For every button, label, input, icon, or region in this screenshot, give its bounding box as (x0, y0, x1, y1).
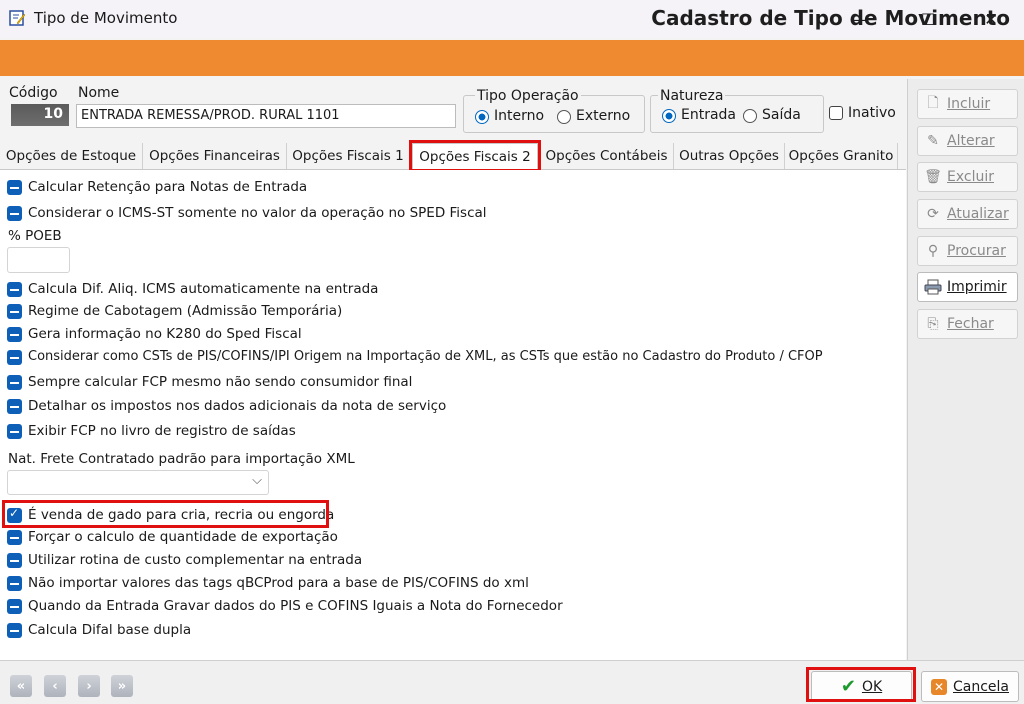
option-label: Gera informação no K280 do Sped Fiscal (28, 326, 302, 342)
app-icon (9, 10, 26, 26)
tab-opcoes-contabeis[interactable]: Opções Contábeis (540, 143, 674, 169)
trash-icon: 🗑 (924, 169, 942, 185)
option-label: Regime de Cabotagem (Admissão Temporária… (28, 303, 343, 319)
atualizar-button[interactable]: ⟳ Atualizar (917, 199, 1018, 229)
cancel-button[interactable]: ✕ Cancela (921, 671, 1019, 702)
frete-select[interactable]: ⌵ (7, 470, 269, 495)
option-label: Forçar o calculo de quantidade de export… (28, 529, 338, 545)
tab-opcoes-estoque[interactable]: Opções de Estoque (0, 143, 143, 169)
banner-title: Cadastro de Tipo de Movimento (651, 6, 1010, 30)
saida-label: Saída (762, 107, 801, 123)
option-label: Calcular Retenção para Notas de Entrada (28, 179, 308, 195)
option-label: Não importar valores das tags qBCProd pa… (28, 575, 529, 591)
option-checkbox[interactable] (7, 282, 22, 297)
window-title: Tipo de Movimento (34, 9, 178, 27)
option-label: Utilizar rotina de custo complementar na… (28, 552, 363, 568)
procurar-label: Procurar (947, 243, 1006, 259)
tab-opcoes-fiscais-1[interactable]: Opções Fiscais 1 (287, 143, 410, 169)
externo-radio[interactable] (557, 110, 571, 124)
tab-opcoes-financeiras[interactable]: Opções Financeiras (143, 143, 287, 169)
tab-opcoes-granito[interactable]: Opções Granito (785, 143, 898, 169)
codigo-label: Código (9, 85, 58, 101)
tab-outras-opcoes[interactable]: Outras Opções (674, 143, 785, 169)
close-door-icon: ⎘ (927, 316, 939, 332)
next-icon[interactable]: › (78, 675, 100, 697)
option-label: Exibir FCP no livro de registro de saída… (28, 423, 296, 439)
highlight-tab (409, 140, 541, 172)
imprimir-label: Imprimir (947, 279, 1007, 295)
natureza-label: Natureza (658, 88, 726, 104)
option-checkbox[interactable] (7, 623, 22, 638)
option-label: Sempre calcular FCP mesmo não sendo cons… (28, 374, 413, 390)
last-icon[interactable]: » (111, 675, 133, 697)
interno-radio[interactable] (475, 110, 489, 124)
option-checkbox[interactable] (7, 399, 22, 414)
fechar-button[interactable]: ⎘ Fechar (917, 309, 1018, 339)
printer-icon (924, 278, 942, 296)
refresh-icon: ⟳ (927, 206, 939, 222)
highlight-option (2, 500, 329, 528)
option-label: Calcula Dif. Aliq. ICMS automaticamente … (28, 281, 379, 297)
incluir-label: Incluir (947, 96, 991, 112)
incluir-button[interactable]: 🗋 Incluir (917, 89, 1018, 119)
imprimir-button[interactable]: Imprimir (917, 272, 1018, 302)
document-icon: 🗋 (927, 95, 939, 111)
option-label: Quando da Entrada Gravar dados do PIS e … (28, 598, 563, 614)
tipo-operacao-label: Tipo Operação (475, 88, 581, 104)
option-label: Calcula Difal base dupla (28, 622, 192, 638)
entrada-label: Entrada (681, 107, 737, 123)
option-label: Considerar como CSTs de PIS/COFINS/IPI O… (28, 349, 823, 364)
procurar-button[interactable]: ⚲ Procurar (917, 236, 1018, 266)
option-checkbox[interactable] (7, 304, 22, 319)
cancel-label: Cancela (952, 678, 1009, 695)
inativo-label: Inativo (848, 105, 896, 121)
excluir-label: Excluir (947, 169, 994, 185)
inativo-checkbox[interactable] (829, 106, 843, 120)
option-checkbox[interactable] (7, 576, 22, 591)
option-checkbox[interactable] (7, 327, 22, 342)
frete-label: Nat. Frete Contratado padrão para import… (8, 451, 355, 467)
option-checkbox[interactable] (7, 180, 22, 195)
codigo-field: 10 (11, 104, 69, 126)
option-label: Detalhar os impostos nos dados adicionai… (28, 398, 447, 414)
alterar-label: Alterar (947, 133, 995, 149)
option-checkbox[interactable] (7, 553, 22, 568)
interno-label: Interno (494, 108, 545, 124)
option-checkbox[interactable] (7, 530, 22, 545)
banner (0, 40, 1024, 76)
entrada-radio[interactable] (662, 109, 676, 123)
binoculars-icon: ⚲ (927, 243, 939, 259)
atualizar-label: Atualizar (947, 206, 1009, 222)
nome-field[interactable]: ENTRADA REMESSA/PROD. RURAL 1101 (76, 104, 456, 128)
pencil-icon: ✎ (927, 133, 939, 149)
alterar-button[interactable]: ✎ Alterar (917, 126, 1018, 156)
option-checkbox[interactable] (7, 599, 22, 614)
prev-icon[interactable]: ‹ (44, 675, 66, 697)
first-icon[interactable]: « (10, 675, 32, 697)
fechar-label: Fechar (947, 316, 994, 332)
option-label: Considerar o ICMS-ST somente no valor da… (28, 205, 487, 221)
option-checkbox[interactable] (7, 424, 22, 439)
chevron-down-icon: ⌵ (252, 473, 262, 488)
option-checkbox[interactable] (7, 375, 22, 390)
externo-label: Externo (576, 108, 631, 124)
option-checkbox[interactable] (7, 350, 22, 365)
highlight-ok (806, 667, 916, 702)
poeb-label: % POEB (8, 228, 62, 244)
saida-radio[interactable] (743, 109, 757, 123)
cancel-icon: ✕ (930, 678, 947, 695)
excluir-button[interactable]: 🗑 Excluir (917, 162, 1018, 192)
nome-label: Nome (78, 85, 120, 101)
poeb-input[interactable] (7, 247, 70, 273)
option-checkbox[interactable] (7, 206, 22, 221)
